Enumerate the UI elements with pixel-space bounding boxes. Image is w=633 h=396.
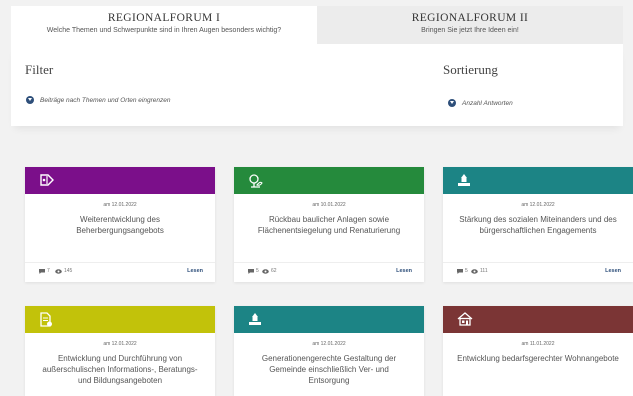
read-link[interactable]: Lesen <box>605 268 621 274</box>
sorting-dropdown[interactable]: Anzahl Antworten <box>448 99 513 107</box>
filter-dropdown[interactable]: Beiträge nach Themen und Orten eingrenze… <box>26 96 170 104</box>
card-header <box>25 167 215 194</box>
tab-regionalforum-1[interactable]: REGIONALFORUM I Welche Themen und Schwer… <box>11 6 317 44</box>
community-icon <box>249 313 261 325</box>
card-title: Entwicklung und Durchführung von außersc… <box>42 354 198 385</box>
view-count: 145 <box>55 268 72 274</box>
eye-icon <box>471 268 478 274</box>
sorting-link-label: Anzahl Antworten <box>462 99 513 107</box>
forum-tabs: REGIONALFORUM I Welche Themen und Schwer… <box>11 6 623 44</box>
tab-regionalforum-2[interactable]: REGIONALFORUM II Bringen Sie jetzt Ihre … <box>317 6 623 44</box>
eye-icon <box>55 268 62 274</box>
card-date: am 12.01.2022 <box>103 202 137 208</box>
card-title: Stärkung des sozialen Miteinanders und d… <box>459 215 617 235</box>
speech-bubble-icon <box>457 268 463 274</box>
card-title: Generationengerechte Gestaltung der Geme… <box>261 354 397 385</box>
view-count: 111 <box>471 268 488 274</box>
document-icon <box>40 312 52 327</box>
filter-panel: Filter Beiträge nach Themen und Orten ei… <box>11 44 623 126</box>
card-date: am 12.01.2022 <box>103 341 137 347</box>
post-card[interactable]: am 10.01.2022 Rückbau baulicher Anlagen … <box>234 167 424 282</box>
tab-title: REGIONALFORUM I <box>107 12 221 24</box>
card-header <box>234 167 424 194</box>
chevron-down-icon <box>448 99 456 107</box>
view-count: 62 <box>262 268 277 274</box>
card-date: am 11.01.2022 <box>521 341 555 347</box>
card-date: am 10.01.2022 <box>312 202 346 208</box>
card-footer: 7 145 Lesen <box>25 262 215 282</box>
plant-icon <box>249 174 263 188</box>
comment-count: 5 <box>457 268 468 274</box>
card-date: am 12.01.2022 <box>312 341 346 347</box>
tab-subtitle: Bringen Sie jetzt Ihre Ideen ein! <box>421 27 519 34</box>
tab-title: REGIONALFORUM II <box>411 12 529 24</box>
card-header <box>443 306 633 333</box>
post-card[interactable]: am 12.01.2022 Stärkung des sozialen Mite… <box>443 167 633 282</box>
speech-bubble-icon <box>39 268 45 274</box>
card-header <box>25 306 215 333</box>
read-link[interactable]: Lesen <box>187 268 203 274</box>
community-icon <box>458 174 470 186</box>
comment-count: 5 <box>248 268 259 274</box>
chevron-down-icon <box>26 96 34 104</box>
post-card[interactable]: am 12.01.2022 Weiterentwicklung des Behe… <box>25 167 215 282</box>
card-date: am 12.01.2022 <box>521 202 555 208</box>
card-footer: 5 111 Lesen <box>443 262 633 282</box>
read-link[interactable]: Lesen <box>396 268 412 274</box>
card-footer: 5 62 Lesen <box>234 262 424 282</box>
card-header <box>234 306 424 333</box>
card-title: Weiterentwicklung des Beherbergungsangeb… <box>76 215 164 235</box>
filter-heading: Filter <box>25 62 54 77</box>
card-title: Rückbau baulicher Anlagen sowie Flächene… <box>257 215 401 235</box>
comment-count: 7 <box>39 268 50 274</box>
eye-icon <box>262 268 269 274</box>
speech-bubble-icon <box>248 268 254 274</box>
filter-link-label: Beiträge nach Themen und Orten eingrenze… <box>40 96 171 104</box>
sorting-heading: Sortierung <box>443 62 498 77</box>
tag-icon <box>40 174 54 186</box>
house-icon <box>457 312 473 326</box>
card-header <box>443 167 633 194</box>
card-title: Entwicklung bedarfsgerechter Wohnangebot… <box>457 354 619 363</box>
tab-subtitle: Welche Themen und Schwerpunkte sind in I… <box>46 27 282 34</box>
